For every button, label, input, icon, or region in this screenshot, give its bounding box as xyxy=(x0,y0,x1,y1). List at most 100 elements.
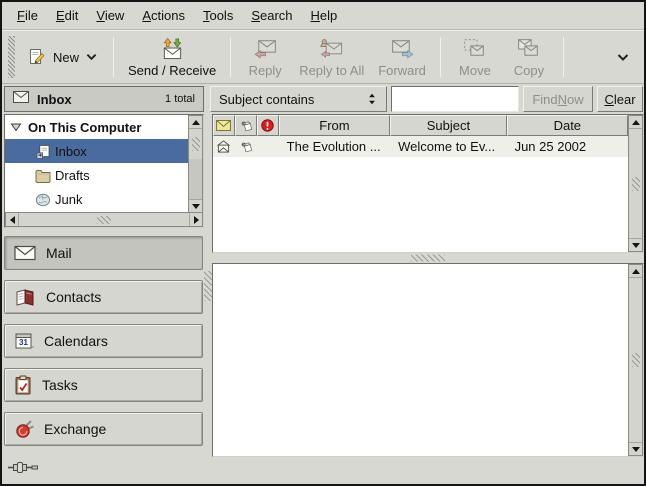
toolbar-separator xyxy=(563,37,564,77)
scroll-down-button[interactable] xyxy=(629,442,642,455)
scrollbar-thumb[interactable] xyxy=(629,129,642,238)
column-header-date[interactable]: Date xyxy=(507,115,628,136)
menu-edit[interactable]: Edit xyxy=(47,3,87,28)
search-input[interactable] xyxy=(392,87,518,111)
scrollbar-thumb[interactable] xyxy=(189,129,202,159)
toolbar-separator xyxy=(230,37,231,77)
date-cell: Jun 25 2002 xyxy=(507,139,628,154)
column-header-label: Date xyxy=(554,118,581,133)
switcher-button-label: Contacts xyxy=(46,289,101,305)
copy-button[interactable]: Copy xyxy=(502,35,556,80)
reply-button[interactable]: Reply xyxy=(238,35,292,80)
tree-root-label: On This Computer xyxy=(28,120,141,135)
switcher-button-label: Exchange xyxy=(44,421,106,437)
message-list-scrollbar[interactable] xyxy=(628,115,643,252)
move-icon xyxy=(461,37,488,60)
scroll-up-button[interactable] xyxy=(189,116,202,129)
from-cell: The Evolution ... xyxy=(279,139,390,154)
folder-tree: On This Computer Inbox Drafts Junk xyxy=(4,114,204,228)
tree-row-junk[interactable]: Junk xyxy=(5,187,188,211)
junk-folder-icon xyxy=(35,192,51,207)
column-header-subject[interactable]: Subject xyxy=(390,115,506,136)
vertical-splitter[interactable] xyxy=(204,114,212,458)
toolbar-separator xyxy=(440,37,441,77)
search-filter-value: Subject contains xyxy=(219,92,368,107)
switcher-tasks-button[interactable]: Tasks xyxy=(4,368,203,402)
toolbar-button-label: Send / Receive xyxy=(128,63,216,78)
tree-item-label: Drafts xyxy=(55,168,90,183)
column-header-from[interactable]: From xyxy=(279,115,390,136)
calendar-tab-icon: 31 xyxy=(14,332,34,350)
scroll-right-button[interactable] xyxy=(189,213,202,226)
switcher-mail-button[interactable]: Mail xyxy=(4,236,203,270)
scrollbar-thumb[interactable] xyxy=(19,213,189,226)
forward-button[interactable]: Forward xyxy=(371,35,433,80)
menu-bar: FileEditViewActionsToolsSearchHelp xyxy=(2,2,644,30)
tree-row-on-this-computer[interactable]: On This Computer xyxy=(5,115,188,139)
tree-row-drafts[interactable]: Drafts xyxy=(5,163,188,187)
tree-row-inbox[interactable]: Inbox xyxy=(5,139,188,163)
message-list-pane: From Subject Date The Evolution ...Welcome… xyxy=(212,114,644,253)
switcher-calendars-button[interactable]: 31 Calendars xyxy=(4,324,203,358)
menu-help[interactable]: Help xyxy=(302,3,347,28)
forward-icon xyxy=(389,37,416,60)
menu-view[interactable]: View xyxy=(87,3,133,28)
tree-item-label: Junk xyxy=(55,192,82,207)
read-envelope-icon xyxy=(216,140,231,153)
toolbar-separator xyxy=(113,37,114,77)
scroll-down-button[interactable] xyxy=(629,238,642,251)
folder-tree-vertical-scrollbar[interactable] xyxy=(188,115,203,213)
scroll-down-button[interactable] xyxy=(189,199,202,212)
dropdown-arrows-icon xyxy=(368,93,378,105)
switcher-exchange-button[interactable]: Exchange xyxy=(4,412,203,446)
switcher-button-label: Mail xyxy=(46,245,72,261)
tree-item-label: Inbox xyxy=(55,144,87,159)
column-header-label: Subject xyxy=(427,118,470,133)
find-now-button[interactable]: Find Now xyxy=(523,86,593,112)
menu-search[interactable]: Search xyxy=(242,3,301,28)
evolution-window: FileEditViewActionsToolsSearchHelp New Se… xyxy=(0,0,646,486)
move-button[interactable]: Move xyxy=(448,35,502,80)
folder-tree-horizontal-scrollbar[interactable] xyxy=(5,212,203,227)
toolbar-button-label: Reply xyxy=(249,63,282,78)
menu-file[interactable]: File xyxy=(8,3,47,28)
folder-tree-rows: On This Computer Inbox Drafts Junk xyxy=(5,115,188,212)
scroll-left-button[interactable] xyxy=(6,213,19,226)
column-header-message-status-icon[interactable] xyxy=(213,115,235,136)
online-status-icon[interactable] xyxy=(8,461,38,474)
message-row[interactable]: The Evolution ...Welcome to Ev...Jun 25 … xyxy=(213,136,628,157)
reply-icon xyxy=(252,37,279,60)
search-filter-dropdown[interactable]: Subject contains xyxy=(210,86,387,112)
scroll-up-button[interactable] xyxy=(629,116,642,129)
important-icon xyxy=(261,119,274,132)
clear-button[interactable]: Clear xyxy=(597,86,643,112)
menu-actions[interactable]: Actions xyxy=(133,3,194,28)
mail-tab-icon xyxy=(14,245,36,261)
column-header-important-icon[interactable] xyxy=(257,115,279,136)
toolbar-button-label: Move xyxy=(459,63,491,78)
switcher-contacts-button[interactable]: Contacts xyxy=(4,280,203,314)
toolbar-button-label: Forward xyxy=(378,63,426,78)
new-button[interactable]: New xyxy=(19,44,106,70)
attachment-icon xyxy=(239,141,253,153)
tasks-tab-icon xyxy=(14,375,32,395)
menu-tools[interactable]: Tools xyxy=(194,3,242,28)
preview-pane-scrollbar[interactable] xyxy=(628,264,643,456)
chevron-down-icon xyxy=(86,53,97,61)
folder-title: Inbox xyxy=(37,92,72,107)
scroll-up-button[interactable] xyxy=(629,265,642,278)
toolbar-overflow-button[interactable] xyxy=(613,46,633,69)
scrollbar-track[interactable] xyxy=(189,159,202,199)
reply-to-all-button[interactable]: Reply to All xyxy=(292,35,371,80)
folder-header: Inbox 1 total xyxy=(4,86,204,112)
copy-icon xyxy=(515,37,542,60)
toolbar-button-label: Reply to All xyxy=(299,63,364,78)
folder-count: 1 total xyxy=(165,93,195,105)
send-receive-button[interactable]: Send / Receive xyxy=(121,35,223,80)
switcher-button-label: Calendars xyxy=(44,333,108,349)
inbox-folder-icon xyxy=(35,144,51,159)
toolbar-drag-handle[interactable] xyxy=(8,36,15,78)
scrollbar-thumb[interactable] xyxy=(629,278,642,442)
horizontal-splitter[interactable] xyxy=(212,253,644,263)
column-header-attachment-icon[interactable] xyxy=(235,115,257,136)
